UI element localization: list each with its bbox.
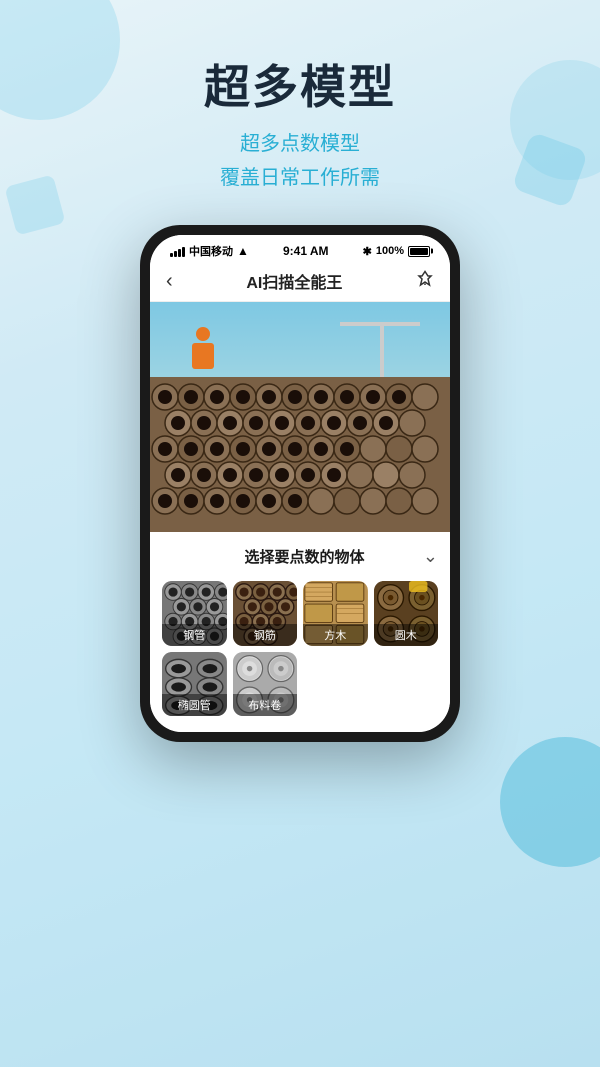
item-card-fangmu[interactable]: 方木 — [303, 581, 368, 646]
signal-bars-icon — [170, 245, 185, 257]
worker-figure — [190, 327, 215, 372]
pin-button[interactable] — [416, 270, 434, 293]
phone-wrapper: 中国移动 ▲ 9:41 AM ✱ 100% ‹ AI扫描全能王 — [0, 225, 600, 742]
item-label-buliaojuan: 布料卷 — [233, 694, 298, 716]
phone-frame: 中国移动 ▲ 9:41 AM ✱ 100% ‹ AI扫描全能王 — [140, 225, 460, 742]
battery-pct: 100% — [376, 245, 404, 257]
carrier-label: 中国移动 — [189, 243, 233, 259]
phone-bottom-panel: 选择要点数的物体 ⌄ — [150, 532, 450, 732]
item-label-tuoyuanguan: 椭圆管 — [162, 694, 227, 716]
status-bar: 中国移动 ▲ 9:41 AM ✱ 100% — [150, 235, 450, 263]
item-card-yuanmu[interactable]: 圆木 — [374, 581, 439, 646]
item-label-fangmu: 方木 — [303, 624, 368, 646]
bluetooth-icon: ✱ — [363, 245, 372, 258]
item-card-tuoyuanguan[interactable]: 椭圆管 — [162, 652, 227, 717]
item-card-buliaojuan[interactable]: 布料卷 — [233, 652, 298, 717]
panel-header: 选择要点数的物体 ⌄ — [162, 546, 438, 567]
main-title: 超多模型 — [0, 60, 600, 115]
chevron-down-icon[interactable]: ⌄ — [423, 546, 438, 567]
item-grid-row1: 钢管 — [162, 581, 438, 646]
pipes-svg — [150, 377, 450, 532]
status-left: 中国移动 ▲ — [170, 243, 249, 259]
pipes-bg — [150, 377, 450, 532]
item-card-gangjin[interactable]: 钢筋 — [233, 581, 298, 646]
back-button[interactable]: ‹ — [166, 270, 173, 293]
empty-slot-3 — [303, 652, 368, 717]
battery-fill — [410, 248, 428, 255]
subtitle-line2: 覆盖日常工作所需 — [220, 167, 380, 189]
status-right: ✱ 100% — [363, 245, 430, 258]
photo-area — [150, 302, 450, 532]
item-label-gangjin: 钢筋 — [233, 624, 298, 646]
battery-icon — [408, 246, 430, 257]
time-label: 9:41 AM — [283, 244, 329, 258]
item-label-gangguan: 钢管 — [162, 624, 227, 646]
item-card-gangguan[interactable]: 钢管 — [162, 581, 227, 646]
subtitle: 超多点数模型 覆盖日常工作所需 — [0, 127, 600, 195]
item-label-yuanmu: 圆木 — [374, 624, 439, 646]
deco-circle-bottom-right — [500, 737, 600, 867]
crane-area — [340, 322, 420, 382]
panel-title: 选择要点数的物体 — [186, 546, 423, 567]
item-grid-row2: 椭圆管 — [162, 652, 438, 717]
app-navbar: ‹ AI扫描全能王 — [150, 263, 450, 302]
phone-inner: 中国移动 ▲ 9:41 AM ✱ 100% ‹ AI扫描全能王 — [150, 235, 450, 732]
app-title: AI扫描全能王 — [246, 269, 342, 293]
empty-slot-4 — [374, 652, 439, 717]
header-section: 超多模型 超多点数模型 覆盖日常工作所需 — [0, 0, 600, 215]
wifi-icon: ▲ — [237, 244, 249, 258]
subtitle-line1: 超多点数模型 — [240, 133, 360, 155]
